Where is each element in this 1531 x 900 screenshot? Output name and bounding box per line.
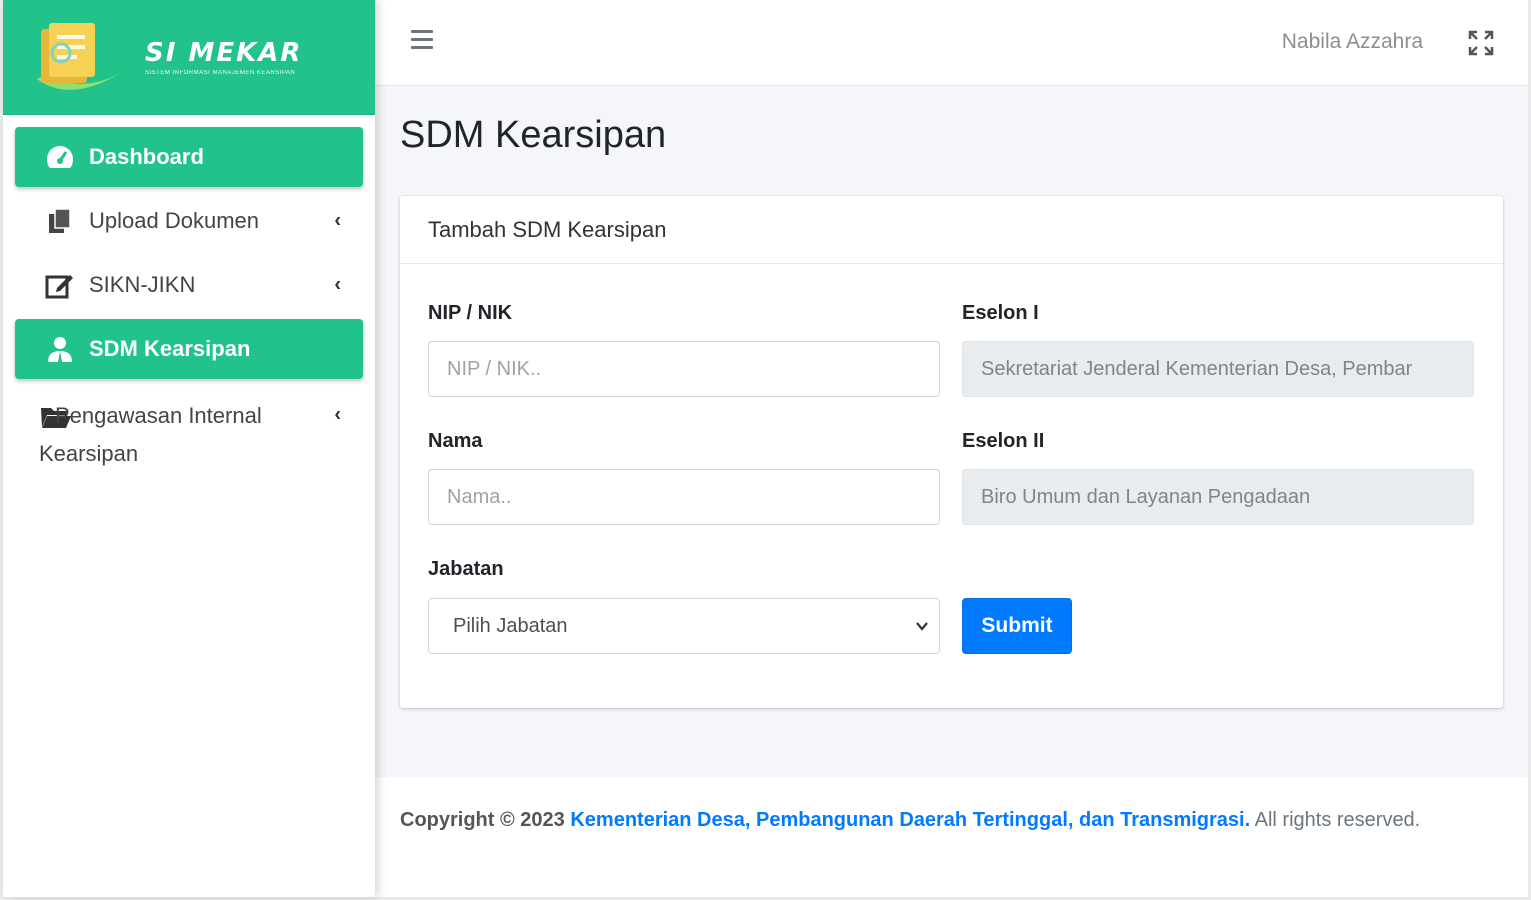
sidebar-item-label: SIKN-JIKN xyxy=(89,272,196,297)
nip-input[interactable]: NIP / NIK.. xyxy=(428,341,940,397)
sidebar-item-dashboard[interactable]: Dashboard xyxy=(15,127,363,187)
main-content: SDM Kearsipan Tambah SDM Kearsipan NIP /… xyxy=(375,86,1528,777)
jabatan-selected-value: Pilih Jabatan xyxy=(453,614,568,637)
hamburger-icon[interactable] xyxy=(411,30,433,52)
jabatan-label: Jabatan xyxy=(428,558,504,580)
sidebar: SI MEKAR SISTEM INFORMASI MANAJEMEN KEAR… xyxy=(3,0,375,897)
chevron-left-icon: ‹ xyxy=(334,273,341,296)
brand-name: SI MEKAR xyxy=(145,38,303,68)
chevron-left-icon: ‹ xyxy=(334,209,341,232)
logo-icon xyxy=(27,17,137,97)
brand-header[interactable]: SI MEKAR SISTEM INFORMASI MANAJEMEN KEAR… xyxy=(3,0,375,115)
chevron-down-icon xyxy=(916,622,928,631)
sidebar-item-label: SDM Kearsipan xyxy=(89,336,251,361)
eselon1-field: Sekretariat Jenderal Kementerian Desa, P… xyxy=(962,341,1474,397)
user-tie-icon xyxy=(43,334,77,364)
nama-label: Nama xyxy=(428,430,483,452)
ministry-link[interactable]: Kementerian Desa, Pembangunan Daerah Ter… xyxy=(570,809,1250,831)
sidebar-item-label: Dashboard xyxy=(89,144,204,169)
sidebar-item-sikn-jikn[interactable]: SIKN-JIKN ‹ xyxy=(15,255,363,315)
chevron-left-icon: ‹ xyxy=(334,403,341,426)
nama-input[interactable]: Nama.. xyxy=(428,469,940,525)
nip-label: NIP / NIK xyxy=(428,302,513,324)
card-header: Tambah SDM Kearsipan xyxy=(400,196,1503,264)
copyright-text: Copyright © 2023 xyxy=(400,809,565,831)
sidebar-item-label: Upload Dokumen xyxy=(89,208,259,233)
user-name[interactable]: Nabila Azzahra xyxy=(1282,30,1423,54)
edit-square-icon xyxy=(43,270,77,300)
page-title: SDM Kearsipan xyxy=(400,114,667,156)
expand-icon[interactable] xyxy=(1468,30,1494,56)
submit-button[interactable]: Submit xyxy=(962,598,1072,654)
form-card: Tambah SDM Kearsipan NIP / NIK NIP / NIK… xyxy=(400,196,1503,708)
speedometer-icon xyxy=(43,142,77,172)
eselon1-label: Eselon I xyxy=(962,302,1039,324)
eselon2-label: Eselon II xyxy=(962,430,1045,452)
sidebar-nav: Dashboard Upload Dokumen ‹ SIKN-JIKN ‹ S… xyxy=(3,115,375,483)
topbar: Nabila Azzahra xyxy=(375,0,1528,86)
jabatan-select[interactable]: Pilih Jabatan xyxy=(428,598,940,654)
sidebar-item-pengawasan-internal[interactable]: Pengawasan Internal Kearsipan ‹ xyxy=(15,383,363,483)
brand-subtitle: SISTEM INFORMASI MANAJEMEN KEARSIPAN xyxy=(145,70,296,76)
footer: Copyright © 2023 Kementerian Desa, Pemba… xyxy=(375,777,1528,897)
rights-text: All rights reserved. xyxy=(1254,809,1421,831)
eselon2-field: Biro Umum dan Layanan Pengadaan xyxy=(962,469,1474,525)
sidebar-item-label: Pengawasan Internal Kearsipan xyxy=(39,403,262,466)
sidebar-item-upload-dokumen[interactable]: Upload Dokumen ‹ xyxy=(15,191,363,251)
copy-documents-icon xyxy=(43,206,77,236)
sidebar-item-sdm-kearsipan[interactable]: SDM Kearsipan xyxy=(15,319,363,379)
